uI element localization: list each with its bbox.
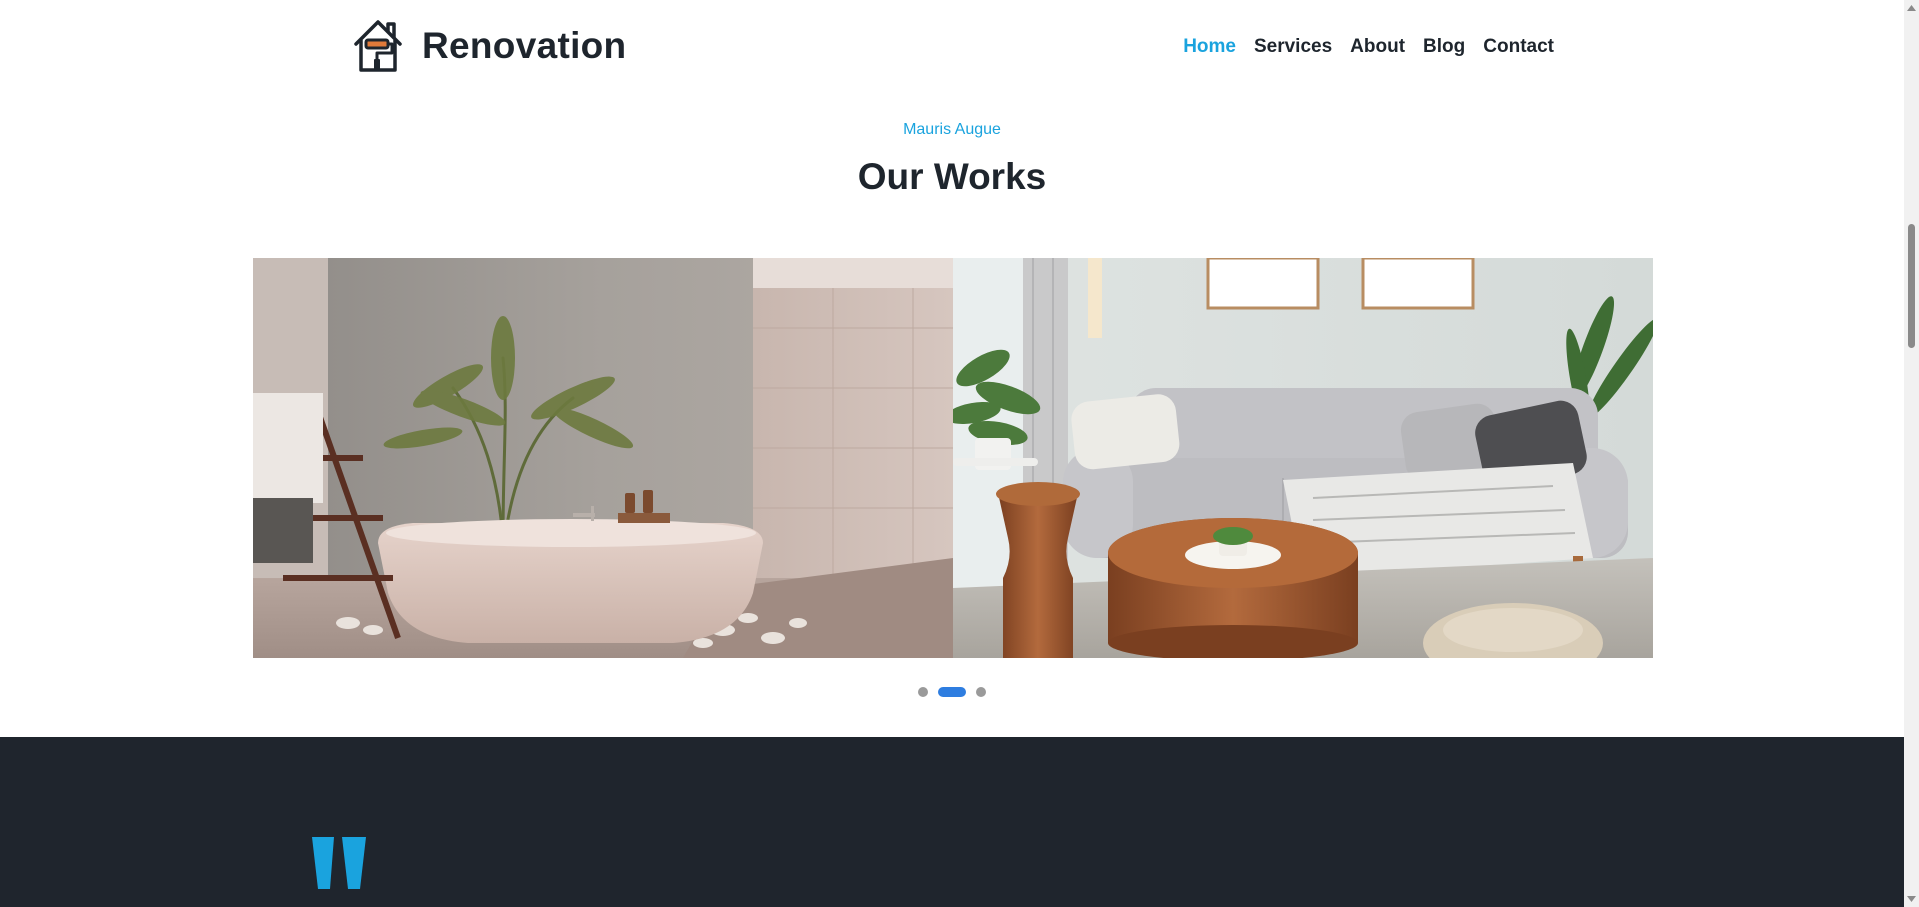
section-title: Our Works <box>857 156 1047 197</box>
works-carousel[interactable] <box>253 258 1653 658</box>
nav-blog[interactable]: Blog <box>1423 36 1465 58</box>
scroll-down-arrow-icon[interactable] <box>1904 891 1919 907</box>
main-nav: Home Services About Blog Contact <box>1183 36 1554 58</box>
page: Renovation Home Services About Blog Cont… <box>0 0 1904 907</box>
nav-contact[interactable]: Contact <box>1483 36 1554 58</box>
nav-home[interactable]: Home <box>1183 36 1236 58</box>
bathroom-bathtub-photo <box>253 258 953 658</box>
quote-icon <box>312 837 366 889</box>
brand-logo[interactable]: Renovation <box>352 18 626 74</box>
brand-name: Renovation <box>422 25 627 66</box>
testimonial-section <box>0 737 1904 907</box>
nav-services[interactable]: Services <box>1254 36 1332 58</box>
scroll-up-arrow-icon[interactable] <box>1904 0 1919 16</box>
work-slide-living-room[interactable] <box>953 258 1653 658</box>
carousel-dot-1[interactable] <box>918 687 928 697</box>
carousel-pagination <box>0 687 1904 697</box>
house-paint-roller-icon <box>354 20 402 72</box>
site-header: Renovation Home Services About Blog Cont… <box>0 0 1904 94</box>
page-scrollbar[interactable] <box>1904 0 1919 907</box>
nav-about[interactable]: About <box>1350 36 1405 58</box>
section-eyebrow: Mauris Augue <box>903 121 1001 138</box>
living-room-sofa-photo <box>953 258 1653 658</box>
scrollbar-thumb[interactable] <box>1908 224 1915 348</box>
work-slide-bathroom[interactable] <box>253 258 953 658</box>
carousel-dot-3[interactable] <box>976 687 986 697</box>
carousel-dot-2[interactable] <box>938 687 966 697</box>
